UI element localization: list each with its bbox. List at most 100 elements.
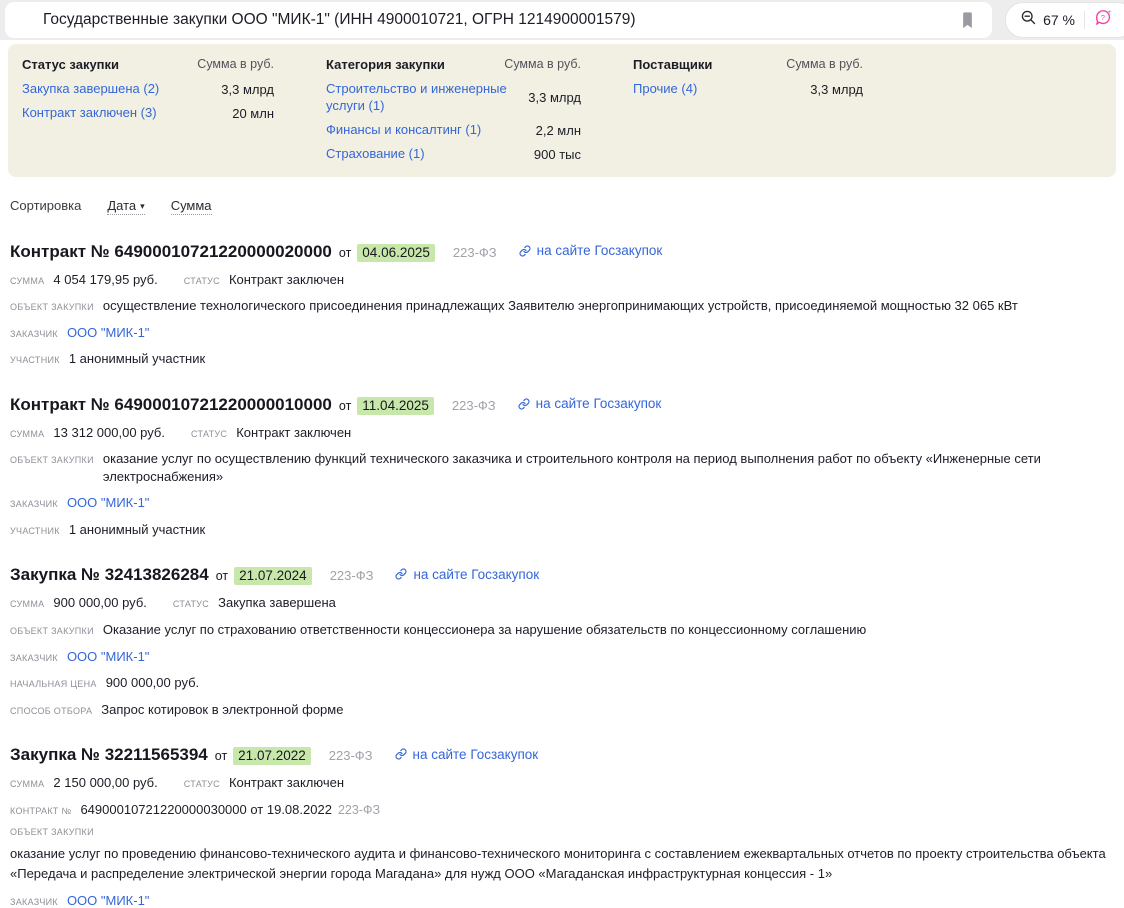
goszakupki-link[interactable]: на сайте Госзакупок	[395, 567, 539, 582]
record-title: Контракт № 64900010721220000010000	[10, 395, 332, 415]
record-field-row: НАЧАЛЬНАЯ ЦЕНА900 000,00 руб.	[10, 674, 1114, 692]
field-law-suffix: 223-ФЗ	[338, 803, 380, 817]
summary-group-title: Категория закупки	[326, 57, 445, 72]
caret-down-icon: ▾	[140, 201, 145, 212]
goszakupki-link-label: на сайте Госзакупок	[537, 243, 663, 258]
summary-panel: Статус закупки Сумма в руб. Закупка заве…	[8, 44, 1116, 177]
record-title-row: Контракт № 64900010721220000010000 от 11…	[10, 395, 1114, 415]
sorting-bar: Сортировка Дата ▾ Сумма	[10, 198, 1124, 215]
field-label: СТАТУС	[173, 599, 209, 609]
summary-amount: 2,2 млн	[536, 123, 581, 138]
external-link-icon	[518, 398, 530, 410]
record-field-row: СУММА2 150 000,00 руб.СТАТУСКонтракт зак…	[10, 774, 1114, 792]
record-date-badge: 21.07.2022	[233, 747, 311, 765]
record-field-row: КОНТРАКТ №64900010721220000030000 от 19.…	[10, 801, 1114, 819]
field-label: ЗАКАЗЧИК	[10, 897, 58, 907]
sort-by-sum[interactable]: Сумма	[171, 198, 212, 215]
goszakupki-link[interactable]: на сайте Госзакупок	[395, 747, 539, 762]
goszakupki-link[interactable]: на сайте Госзакупок	[519, 243, 663, 258]
records-list: Контракт № 64900010721220000020000 от 04…	[10, 242, 1114, 908]
record-title: Закупка № 32211565394	[10, 745, 208, 765]
record-field-row: ОБЪЕКТ ЗАКУПКИ оказание услуг по проведен…	[10, 827, 1114, 883]
record-field: ЗАКАЗЧИК ООО "МИК-1"	[10, 892, 149, 908]
field-value-link[interactable]: ООО "МИК-1"	[67, 648, 149, 666]
record-field-row: СУММА4 054 179,95 руб.СТАТУСКонтракт зак…	[10, 271, 1114, 289]
goszakupki-link-label: на сайте Госзакупок	[413, 747, 539, 762]
record-field: СТАТУСКонтракт заключен	[184, 774, 344, 792]
summary-filter-link[interactable]: Контракт заключен (3)	[22, 105, 157, 122]
field-value: Контракт заключен	[236, 424, 351, 442]
record-field: СУММА13 312 000,00 руб.	[10, 424, 165, 442]
field-value: 64900010721220000030000 от 19.08.2022	[80, 801, 331, 819]
field-label: СТАТУС	[191, 429, 227, 439]
zoom-out-icon[interactable]	[1020, 9, 1037, 31]
record-field-row: ЗАКАЗЧИК ООО "МИК-1"	[10, 324, 1114, 342]
summary-filter-link[interactable]: Закупка завершена (2)	[22, 81, 159, 98]
procurement-record: Закупка № 32413826284 от 21.07.2024 223-…	[10, 565, 1114, 718]
summary-row: Прочие (4) 3,3 млрд	[633, 81, 863, 98]
record-field: СТАТУС Контракт заключен	[191, 424, 351, 442]
record-date-prefix: от	[216, 569, 228, 583]
svg-text:?: ?	[1101, 13, 1105, 22]
record-field: СПОСОБ ОТБОРАЗапрос котировок в электрон…	[10, 701, 343, 719]
field-label: СУММА	[10, 276, 44, 286]
record-field: СТАТУСЗакупка завершена	[173, 594, 336, 612]
field-label: ОБЪЕКТ ЗАКУПКИ	[10, 626, 94, 636]
procurement-record: Контракт № 64900010721220000020000 от 04…	[10, 242, 1114, 368]
external-link-icon	[395, 568, 407, 580]
record-field-row: ОБЪЕКТ ЗАКУПКИОказание услуг по страхова…	[10, 621, 1114, 639]
summary-row: Страхование (1) 900 тыс	[326, 146, 581, 163]
summary-filter-link[interactable]: Финансы и консалтинг (1)	[326, 122, 481, 139]
record-title-row: Контракт № 64900010721220000020000 от 04…	[10, 242, 1114, 262]
sort-by-date[interactable]: Дата ▾	[107, 198, 144, 215]
assistant-chat-icon[interactable]: ? +	[1094, 8, 1113, 32]
field-value: 1 анонимный участник	[69, 350, 205, 368]
field-value: оказание услуг по проведению финансово-т…	[10, 844, 1114, 883]
summary-filter-link[interactable]: Прочие (4)	[633, 81, 697, 98]
field-label: СТАТУС	[184, 276, 220, 286]
summary-amount: 900 тыс	[534, 147, 581, 162]
record-date-badge: 04.06.2025	[357, 244, 435, 262]
record-field: УЧАСТНИК1 анонимный участник	[10, 521, 205, 539]
field-value: 900 000,00 руб.	[53, 594, 146, 612]
bookmark-icon[interactable]	[957, 8, 978, 33]
record-title-row: Закупка № 32211565394 от 21.07.2022 223-…	[10, 745, 1114, 765]
goszakupki-link[interactable]: на сайте Госзакупок	[518, 396, 662, 411]
field-value: осуществление технологического присоедин…	[103, 297, 1018, 315]
summary-group: Категория закупки Сумма в руб. Строитель…	[326, 57, 581, 163]
record-field: ОБЪЕКТ ЗАКУПКИ оказание услуг по проведен…	[10, 827, 1114, 883]
record-field-row: ОБЪЕКТ ЗАКУПКИоказание услуг по осуществ…	[10, 450, 1114, 485]
field-value-link[interactable]: ООО "МИК-1"	[67, 494, 149, 512]
field-value: оказание услуг по осуществлению функций …	[103, 450, 1114, 485]
summary-amount: 20 млн	[232, 106, 274, 121]
sort-by-sum-label: Сумма	[171, 198, 212, 213]
summary-amount: 3,3 млрд	[221, 82, 274, 97]
top-bar: Государственные закупки ООО "МИК-1" (ИНН…	[0, 0, 1124, 40]
record-date-badge: 11.04.2025	[357, 397, 434, 415]
summary-row: Строительство и инженерные услуги (1) 3,…	[326, 81, 581, 115]
record-field: СУММА4 054 179,95 руб.	[10, 271, 158, 289]
procurement-record: Контракт № 64900010721220000010000 от 11…	[10, 395, 1114, 539]
record-field-row: ЗАКАЗЧИК ООО "МИК-1"	[10, 892, 1114, 908]
summary-filter-link[interactable]: Строительство и инженерные услуги (1)	[326, 81, 528, 115]
zoom-control[interactable]: 67 %	[1020, 9, 1075, 31]
field-value-link[interactable]: ООО "МИК-1"	[67, 892, 149, 908]
field-label: ЗАКАЗЧИК	[10, 653, 58, 663]
field-value: Запрос котировок в электронной форме	[101, 701, 343, 719]
svg-text:+: +	[1108, 9, 1112, 16]
summary-group: Поставщики Сумма в руб. Прочие (4) 3,3 м…	[633, 57, 863, 163]
field-label: ОБЪЕКТ ЗАКУПКИ	[10, 302, 94, 312]
page-header: Государственные закупки ООО "МИК-1" (ИНН…	[5, 2, 992, 38]
record-date-badge: 21.07.2024	[234, 567, 312, 585]
zoom-level: 67 %	[1043, 12, 1075, 28]
record-title-row: Закупка № 32413826284 от 21.07.2024 223-…	[10, 565, 1114, 585]
summary-amount-header: Сумма в руб.	[197, 57, 274, 72]
field-label: ОБЪЕКТ ЗАКУПКИ	[10, 827, 1105, 837]
record-field: ОБЪЕКТ ЗАКУПКИоказание услуг по осуществ…	[10, 450, 1114, 485]
record-field: ЗАКАЗЧИКООО "МИК-1"	[10, 494, 149, 512]
summary-filter-link[interactable]: Страхование (1)	[326, 146, 425, 163]
record-field-row: СУММА900 000,00 руб.СТАТУСЗакупка заверш…	[10, 594, 1114, 612]
field-label: ЗАКАЗЧИК	[10, 329, 58, 339]
field-value-link[interactable]: ООО "МИК-1"	[67, 324, 149, 342]
record-law-label: 223-ФЗ	[452, 398, 496, 413]
